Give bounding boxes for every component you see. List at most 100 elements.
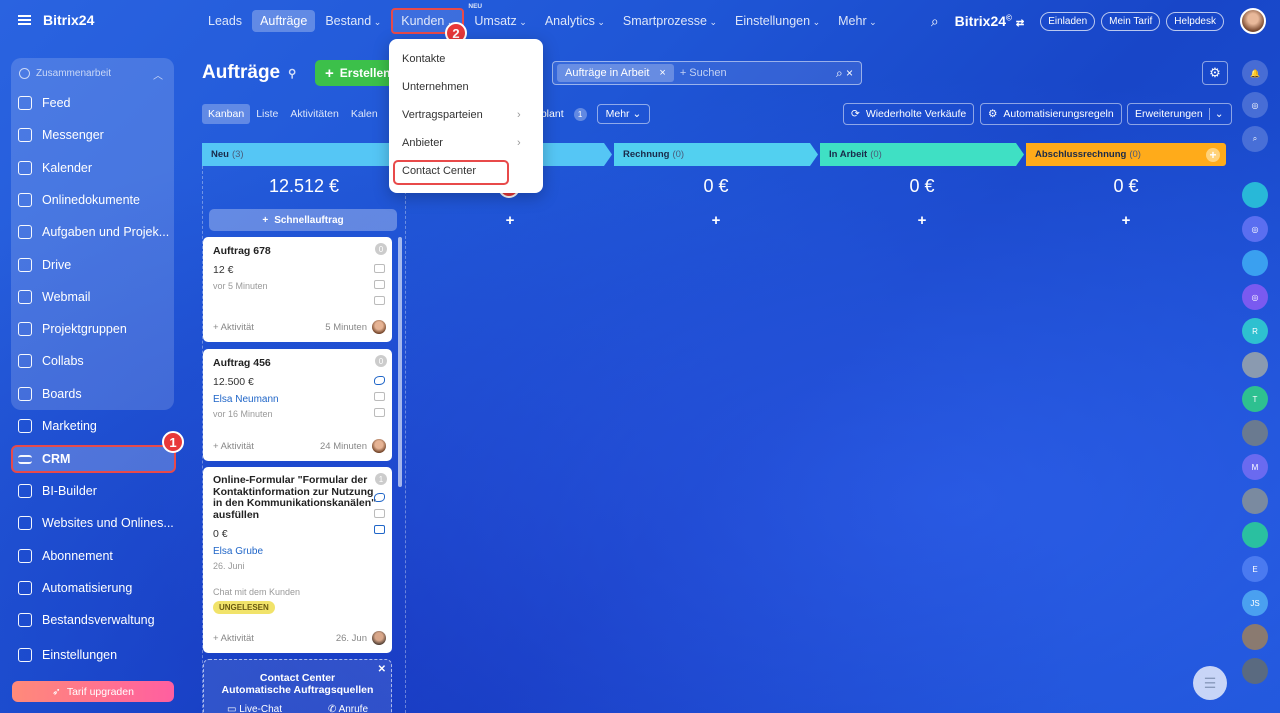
contact-center-promo[interactable]: ✕ Contact Center Automatische Auftragsqu… <box>203 659 392 713</box>
sidebar-item[interactable]: Kalender <box>18 160 168 175</box>
rail-app-icon[interactable]: ◎ <box>1242 216 1268 242</box>
topnav-item[interactable]: Mehr ⌄ <box>830 10 885 32</box>
helpdesk-button[interactable]: Helpdesk <box>1166 11 1224 31</box>
filter-chip[interactable]: Aufträge in Arbeit × <box>557 64 674 82</box>
contact-link[interactable]: Elsa Neumann <box>213 394 279 405</box>
topnav-item[interactable]: Bestand ⌄ <box>317 10 389 32</box>
sidebar-item[interactable]: Bestandsverwaltung <box>18 613 168 627</box>
sidebar-item[interactable]: Projektgruppen <box>18 322 168 337</box>
view-tab[interactable]: Liste <box>250 104 284 124</box>
sidebar-item[interactable]: Collabs <box>18 354 168 369</box>
topnav-item[interactable]: NEU Umsatz ⌄ <box>466 3 534 32</box>
rail-user-avatar[interactable] <box>1242 420 1268 446</box>
rail-user-initials[interactable]: R <box>1242 318 1268 344</box>
rail-chat-search-icon[interactable]: ⌕ <box>1242 126 1268 152</box>
sidebar-item[interactable]: Automatisierung <box>18 581 168 595</box>
create-button[interactable]: + Erstellen <box>315 60 395 86</box>
add-card-button[interactable]: + <box>614 212 818 229</box>
chat-icon[interactable] <box>374 525 385 534</box>
kanban-column-header[interactable]: In Arbeit (0) <box>820 143 1024 166</box>
chevron-up-icon[interactable]: ︿ <box>153 67 163 82</box>
group-header[interactable]: Zusammenarbeit ︿ <box>19 67 169 82</box>
rail-user-avatar[interactable] <box>1242 658 1268 684</box>
rail-user-initials[interactable]: M <box>1242 454 1268 480</box>
sidebar-item[interactable]: CRM <box>18 452 168 466</box>
sidebar-item[interactable]: Webmail <box>18 289 168 304</box>
chat-icon[interactable] <box>374 296 385 305</box>
menu-item[interactable]: Vertragsparteien › <box>402 109 521 121</box>
kanban-column-header[interactable]: Neu (3) <box>202 143 406 166</box>
search-input[interactable]: + Suchen <box>680 67 727 79</box>
view-tab[interactable]: Kanban <box>202 104 251 124</box>
more-filters-button[interactable]: Mehr ⌄ <box>596 104 651 124</box>
quick-order-button[interactable]: + Schnellauftrag <box>209 209 397 231</box>
menu-icon[interactable] <box>18 15 31 25</box>
kanban-column-header[interactable]: Abschlussrechnung (0) + <box>1026 143 1226 166</box>
sidebar-item[interactable]: BI-Builder <box>18 484 168 498</box>
rail-user-initials[interactable]: E <box>1242 556 1268 582</box>
automation-rules-button[interactable]: ⚙ Automatisierungsregeln <box>980 103 1122 125</box>
add-card-button[interactable]: + <box>820 212 1024 229</box>
add-activity-link[interactable]: + Aktivität <box>213 633 254 644</box>
topnav-item[interactable]: Aufträge <box>252 10 316 32</box>
rail-search-doc-icon[interactable] <box>1242 182 1268 208</box>
search-icon[interactable]: ⌕ <box>931 13 939 30</box>
add-card-button[interactable]: + <box>1026 212 1226 229</box>
search-clear-icons[interactable]: ⌕ × <box>836 66 853 81</box>
sidebar-item[interactable]: Websites und Onlines... <box>18 516 174 530</box>
close-icon[interactable]: ✕ <box>378 664 386 676</box>
chat-icon[interactable] <box>374 408 385 417</box>
upgrade-button[interactable]: ➶ Tarif upgraden <box>12 681 174 702</box>
menu-item[interactable]: Unternehmen <box>402 81 469 93</box>
sidebar-item[interactable]: Aufgaben und Projek... <box>18 225 169 240</box>
avatar[interactable] <box>372 320 386 334</box>
deal-card[interactable]: Auftrag 456 12.500 € Elsa Neumann vor 16… <box>203 349 392 461</box>
sidebar-item[interactable]: Abonnement <box>18 549 168 563</box>
rail-user-initials[interactable]: T <box>1242 386 1268 412</box>
rail-copilot-icon[interactable]: ◎ <box>1242 92 1268 118</box>
sidebar-item[interactable]: Boards <box>18 386 168 401</box>
rail-user-initials[interactable]: JS <box>1242 590 1268 616</box>
topnav-item[interactable]: Einstellungen ⌄ <box>727 10 828 32</box>
sidebar-item[interactable]: Marketing <box>18 419 168 433</box>
rail-sheet-icon[interactable] <box>1242 522 1268 548</box>
user-avatar[interactable] <box>1240 8 1266 34</box>
rail-user-avatar[interactable] <box>1242 624 1268 650</box>
add-stage-icon[interactable]: + <box>1206 147 1220 162</box>
add-activity-link[interactable]: + Aktivität <box>213 322 254 333</box>
phone-icon[interactable] <box>374 264 385 273</box>
mail-icon[interactable] <box>374 392 385 401</box>
rail-user-avatar[interactable] <box>1242 352 1268 378</box>
close-icon[interactable]: × <box>659 67 665 79</box>
sidebar-item[interactable]: Onlinedokumente <box>18 192 168 207</box>
deal-card[interactable]: Auftrag 678 12 € vor 5 Minuten 0 + Aktiv… <box>203 237 392 342</box>
app-brand[interactable]: Bitrix24 <box>18 12 94 28</box>
column-scrollbar[interactable] <box>398 237 402 487</box>
live-chat-link[interactable]: ▭ Live-Chat <box>227 704 282 713</box>
filter-search[interactable]: Aufträge in Arbeit × + Suchen ⌕ × <box>552 61 862 85</box>
topnav-item[interactable]: Smartprozesse ⌄ <box>615 10 725 32</box>
gear-icon[interactable]: ⚙ <box>1202 61 1228 85</box>
rail-chat-icon[interactable] <box>1242 250 1268 276</box>
kanban-column-header[interactable]: Rechnung (0) <box>614 143 818 166</box>
invite-button[interactable]: Einladen <box>1040 11 1096 31</box>
topnav-item[interactable]: Leads <box>200 10 250 32</box>
sidebar-item[interactable]: Drive <box>18 257 168 272</box>
card-title[interactable]: Online-Formular "Formular der Kontaktinfo… <box>213 474 378 521</box>
pin-icon[interactable]: ⚲ <box>288 67 296 80</box>
extensions-button[interactable]: Erweiterungen ⌄ <box>1127 103 1232 125</box>
phone-icon[interactable] <box>374 493 385 502</box>
view-tab[interactable]: Kalen <box>345 104 384 124</box>
contact-link[interactable]: Elsa Grube <box>213 546 263 557</box>
chat-button[interactable]: ☰ <box>1193 666 1227 700</box>
rail-app2-icon[interactable]: ◎ <box>1242 284 1268 310</box>
avatar[interactable] <box>372 631 386 645</box>
menu-item[interactable]: Kontakte <box>402 53 445 65</box>
chevron-down-icon[interactable]: ⌄ <box>1208 108 1224 120</box>
add-card-button[interactable]: + <box>408 212 612 229</box>
add-activity-link[interactable]: + Aktivität <box>213 441 254 452</box>
deal-card[interactable]: Online-Formular "Formular der Kontaktinfo… <box>203 467 392 653</box>
sidebar-item[interactable]: Einstellungen <box>18 648 168 662</box>
rail-user-avatar[interactable] <box>1242 488 1268 514</box>
rail-bell-icon[interactable]: 🔔 <box>1242 60 1268 86</box>
